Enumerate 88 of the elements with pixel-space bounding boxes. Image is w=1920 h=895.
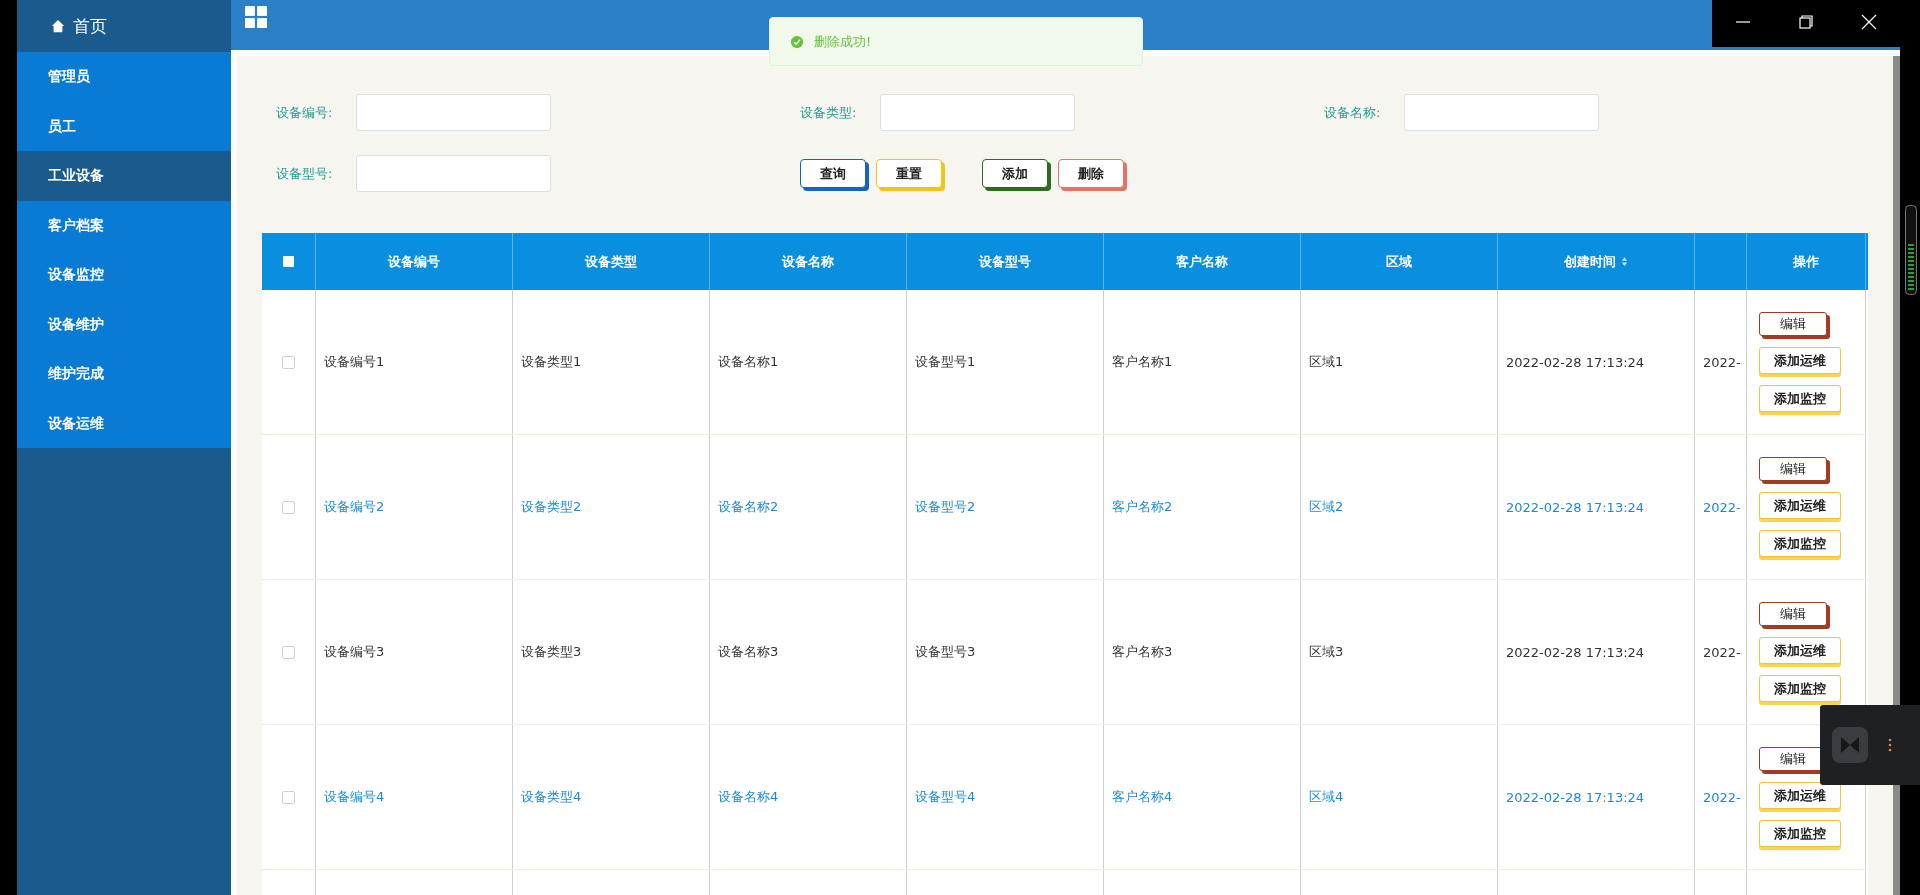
table-cell[interactable]: 2022- bbox=[1703, 499, 1741, 515]
table-cell[interactable]: 客户名称4 bbox=[1112, 788, 1173, 806]
table-cell[interactable]: 2022-02-28 17:13:24 bbox=[1506, 499, 1645, 515]
action-button[interactable]: 添加监控 bbox=[1759, 675, 1841, 702]
table-cell: 客户名称1 bbox=[1112, 353, 1173, 371]
table-cell[interactable]: 设备名称2 bbox=[718, 498, 779, 516]
action-button[interactable]: 添加运维 bbox=[1759, 347, 1841, 374]
table-cell: 设备型号3 bbox=[915, 643, 976, 661]
play-logo-icon[interactable] bbox=[1832, 727, 1868, 763]
table-cell: 2022-02-28 17:13:24 bbox=[1506, 354, 1645, 370]
table-cell[interactable]: 2022-02-28 17:13:24 bbox=[1506, 789, 1645, 805]
form-button[interactable]: 添加 bbox=[982, 159, 1048, 188]
edit-button[interactable]: 编辑 bbox=[1759, 602, 1827, 626]
form-button[interactable]: 查询 bbox=[800, 159, 866, 188]
sidebar-item[interactable]: 设备运维 bbox=[17, 398, 231, 448]
sidebar-item[interactable]: 设备维护 bbox=[17, 299, 231, 349]
select-all-checkbox[interactable] bbox=[283, 256, 294, 267]
sidebar-item[interactable]: 管理员 bbox=[17, 52, 231, 102]
table-cell[interactable]: 设备类型4 bbox=[521, 788, 582, 806]
field-label: 设备编号: bbox=[276, 103, 334, 122]
column-header: 操作 bbox=[1793, 252, 1819, 271]
table-cell: 客户名称3 bbox=[1112, 643, 1173, 661]
row-checkbox[interactable] bbox=[282, 645, 295, 659]
table-cell: 设备名称3 bbox=[718, 643, 779, 661]
column-header: 设备类型 bbox=[585, 252, 637, 271]
action-button[interactable]: 添加监控 bbox=[1759, 385, 1841, 412]
table-cell: 设备编号1 bbox=[324, 353, 385, 371]
home-icon bbox=[51, 19, 65, 33]
sidebar-item[interactable]: 客户档案 bbox=[17, 200, 231, 250]
action-button[interactable]: 添加监控 bbox=[1759, 820, 1841, 847]
table-cell: 设备名称1 bbox=[718, 353, 779, 371]
row-checkbox[interactable] bbox=[282, 790, 295, 804]
action-button[interactable]: 添加运维 bbox=[1759, 782, 1841, 809]
close-icon[interactable] bbox=[1860, 14, 1877, 30]
row-checkbox[interactable] bbox=[282, 500, 295, 514]
column-header: 区域 bbox=[1386, 252, 1412, 271]
table-cell[interactable]: 设备编号4 bbox=[324, 788, 385, 806]
table-cell: 设备类型1 bbox=[521, 353, 582, 371]
column-header: 创建时间 bbox=[1564, 252, 1616, 271]
action-button[interactable]: 添加运维 bbox=[1759, 637, 1841, 664]
table-cell[interactable]: 客户名称2 bbox=[1112, 498, 1173, 516]
toast-message: 删除成功! bbox=[814, 32, 872, 51]
input-field[interactable] bbox=[1404, 94, 1599, 131]
edit-button[interactable]: 编辑 bbox=[1759, 312, 1827, 336]
sidebar-item[interactable]: 维护完成 bbox=[17, 349, 231, 399]
table-cell: 设备型号1 bbox=[915, 353, 976, 371]
row-checkbox[interactable] bbox=[282, 355, 295, 369]
more-icon[interactable] bbox=[1888, 738, 1892, 752]
check-circle-icon bbox=[790, 34, 804, 49]
table-cell[interactable]: 设备编号2 bbox=[324, 498, 385, 516]
scrollbar[interactable] bbox=[1893, 56, 1900, 895]
table-cell[interactable]: 设备类型2 bbox=[521, 498, 582, 516]
table-cell[interactable]: 区域4 bbox=[1309, 788, 1344, 806]
table-cell: 设备类型3 bbox=[521, 643, 582, 661]
action-button[interactable]: 添加运维 bbox=[1759, 492, 1841, 519]
home-menu-item[interactable]: 首页 bbox=[17, 0, 231, 52]
table-cell[interactable]: 设备型号4 bbox=[915, 788, 976, 806]
input-field[interactable] bbox=[356, 94, 551, 131]
restore-icon[interactable] bbox=[1798, 14, 1814, 30]
table-cell: 区域1 bbox=[1309, 353, 1344, 371]
table-cell[interactable]: 设备名称4 bbox=[718, 788, 779, 806]
action-button[interactable]: 添加监控 bbox=[1759, 530, 1841, 557]
table-cell: 2022-02-28 17:13:24 bbox=[1506, 644, 1645, 660]
field-label: 设备名称: bbox=[1324, 103, 1382, 122]
sidebar-item[interactable]: 员工 bbox=[17, 101, 231, 151]
form-button[interactable]: 删除 bbox=[1058, 159, 1124, 188]
grid-icon[interactable] bbox=[245, 5, 267, 28]
table-cell: 区域3 bbox=[1309, 643, 1344, 661]
table-cell[interactable]: 2022- bbox=[1703, 789, 1741, 805]
sidebar-item[interactable]: 工业设备 bbox=[17, 151, 231, 201]
table-cell: 2022- bbox=[1703, 354, 1741, 370]
table-cell: 设备编号3 bbox=[324, 643, 385, 661]
input-field[interactable] bbox=[356, 155, 551, 192]
column-header: 设备编号 bbox=[388, 252, 440, 271]
input-field[interactable] bbox=[880, 94, 1075, 131]
field-label: 设备型号: bbox=[276, 164, 334, 183]
column-header: 设备型号 bbox=[979, 252, 1031, 271]
meter-icon bbox=[1905, 205, 1917, 295]
form-button[interactable]: 重置 bbox=[876, 159, 942, 188]
column-header: 客户名称 bbox=[1176, 252, 1228, 271]
sort-icon[interactable] bbox=[1621, 256, 1628, 267]
edit-button[interactable]: 编辑 bbox=[1759, 457, 1827, 481]
table-cell: 2022- bbox=[1703, 644, 1741, 660]
sidebar-item[interactable]: 设备监控 bbox=[17, 250, 231, 300]
table-cell[interactable]: 区域2 bbox=[1309, 498, 1344, 516]
field-label: 设备类型: bbox=[800, 103, 858, 122]
table-cell[interactable]: 设备型号2 bbox=[915, 498, 976, 516]
column-header: 设备名称 bbox=[782, 252, 834, 271]
